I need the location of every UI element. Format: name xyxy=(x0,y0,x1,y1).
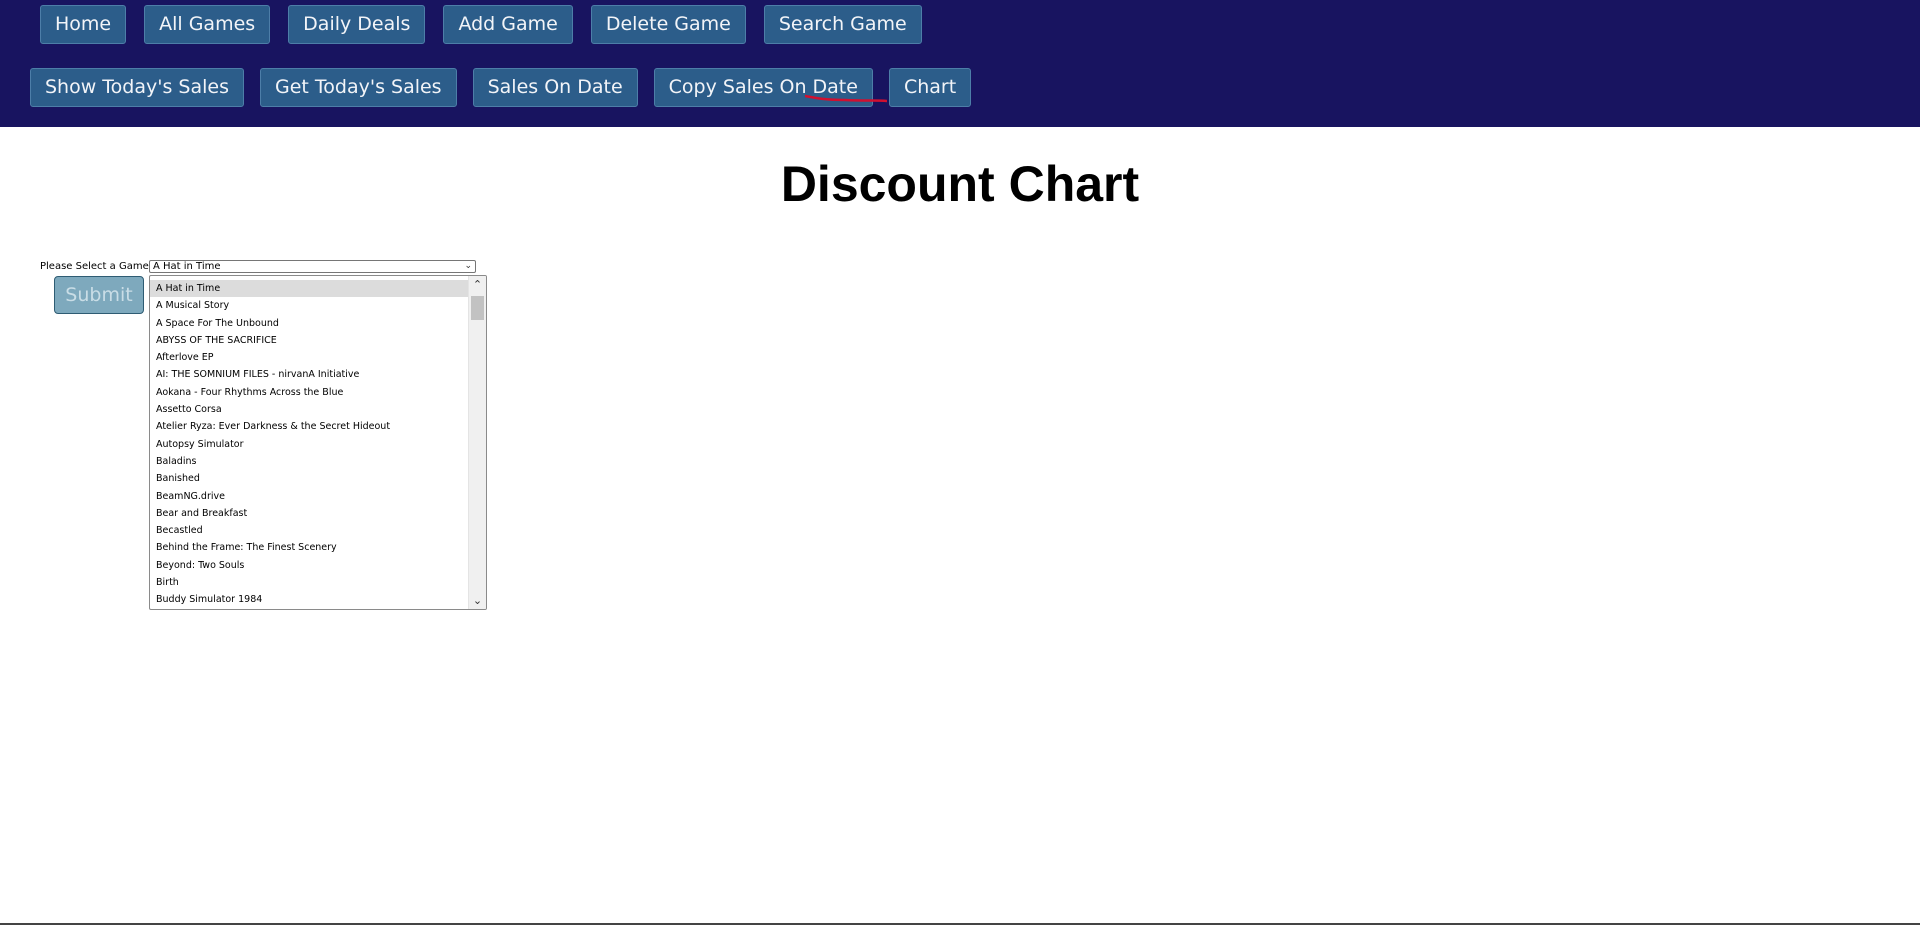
game-options-list: A Hat in Time A Musical Story A Space For … xyxy=(150,280,469,609)
search-game-button[interactable]: Search Game xyxy=(763,5,922,44)
dropdown-option[interactable]: AI: THE SOMNIUM FILES - nirvanA Initiati… xyxy=(150,366,469,383)
dropdown-option[interactable]: Afterlove EP xyxy=(150,349,469,366)
all-games-button[interactable]: All Games xyxy=(144,5,271,44)
show-todays-sales-button[interactable]: Show Today's Sales xyxy=(30,68,244,107)
scrollbar-thumb[interactable] xyxy=(471,296,484,320)
dropdown-option[interactable]: Baladins xyxy=(150,453,469,470)
sales-on-date-button[interactable]: Sales On Date xyxy=(472,68,638,107)
submit-button[interactable]: Submit xyxy=(54,276,144,314)
dropdown-option[interactable]: A Space For The Unbound xyxy=(150,315,469,332)
daily-deals-button[interactable]: Daily Deals xyxy=(288,5,426,44)
dropdown-option[interactable]: BeamNG.drive xyxy=(150,488,469,505)
dropdown-option[interactable]: Becastled xyxy=(150,522,469,539)
dropdown-option[interactable]: Bear and Breakfast xyxy=(150,505,469,522)
copy-sales-on-date-button[interactable]: Copy Sales On Date xyxy=(653,68,873,107)
dropdown-option[interactable]: Atelier Ryza: Ever Darkness & the Secret… xyxy=(150,418,469,435)
dropdown-scrollbar[interactable]: ⌃ ⌄ xyxy=(468,276,486,609)
get-todays-sales-button[interactable]: Get Today's Sales xyxy=(260,68,457,107)
delete-game-button[interactable]: Delete Game xyxy=(590,5,746,44)
dropdown-option[interactable]: A Hat in Time xyxy=(150,280,469,298)
add-game-button[interactable]: Add Game xyxy=(443,5,573,44)
home-button[interactable]: Home xyxy=(40,5,127,44)
dropdown-option[interactable]: A Musical Story xyxy=(150,297,469,314)
chart-button[interactable]: Chart xyxy=(888,68,972,107)
dropdown-option[interactable]: Behind the Frame: The Finest Scenery xyxy=(150,539,469,556)
dropdown-option[interactable]: Buddy Simulator 1984 xyxy=(150,591,469,608)
scroll-down-arrow-icon[interactable]: ⌄ xyxy=(469,592,486,609)
chevron-down-icon: ⌄ xyxy=(464,261,472,271)
top-nav-bar: Home All Games Daily Deals Add Game Dele… xyxy=(0,0,1920,127)
game-select-label: Please Select a Game: xyxy=(40,261,153,272)
game-select[interactable]: A Hat in Time ⌄ xyxy=(149,260,476,273)
game-options-dropdown[interactable]: A Hat in Time A Musical Story A Space For … xyxy=(149,275,487,610)
dropdown-option[interactable]: Aokana - Four Rhythms Across the Blue xyxy=(150,384,469,401)
dropdown-option[interactable]: Assetto Corsa xyxy=(150,401,469,418)
game-select-value: A Hat in Time xyxy=(153,261,221,272)
page-title: Discount Chart xyxy=(780,156,1140,212)
scroll-up-arrow-icon[interactable]: ⌃ xyxy=(469,276,486,293)
dropdown-option[interactable]: Autopsy Simulator xyxy=(150,436,469,453)
dropdown-option[interactable]: Beyond: Two Souls xyxy=(150,557,469,574)
dropdown-option[interactable]: Banished xyxy=(150,470,469,487)
nav-row-primary: Home All Games Daily Deals Add Game Dele… xyxy=(40,5,940,44)
dropdown-option[interactable]: Birth xyxy=(150,574,469,591)
dropdown-option[interactable]: ABYSS OF THE SACRIFICE xyxy=(150,332,469,349)
nav-row-secondary: Show Today's Sales Get Today's Sales Sal… xyxy=(30,68,987,107)
